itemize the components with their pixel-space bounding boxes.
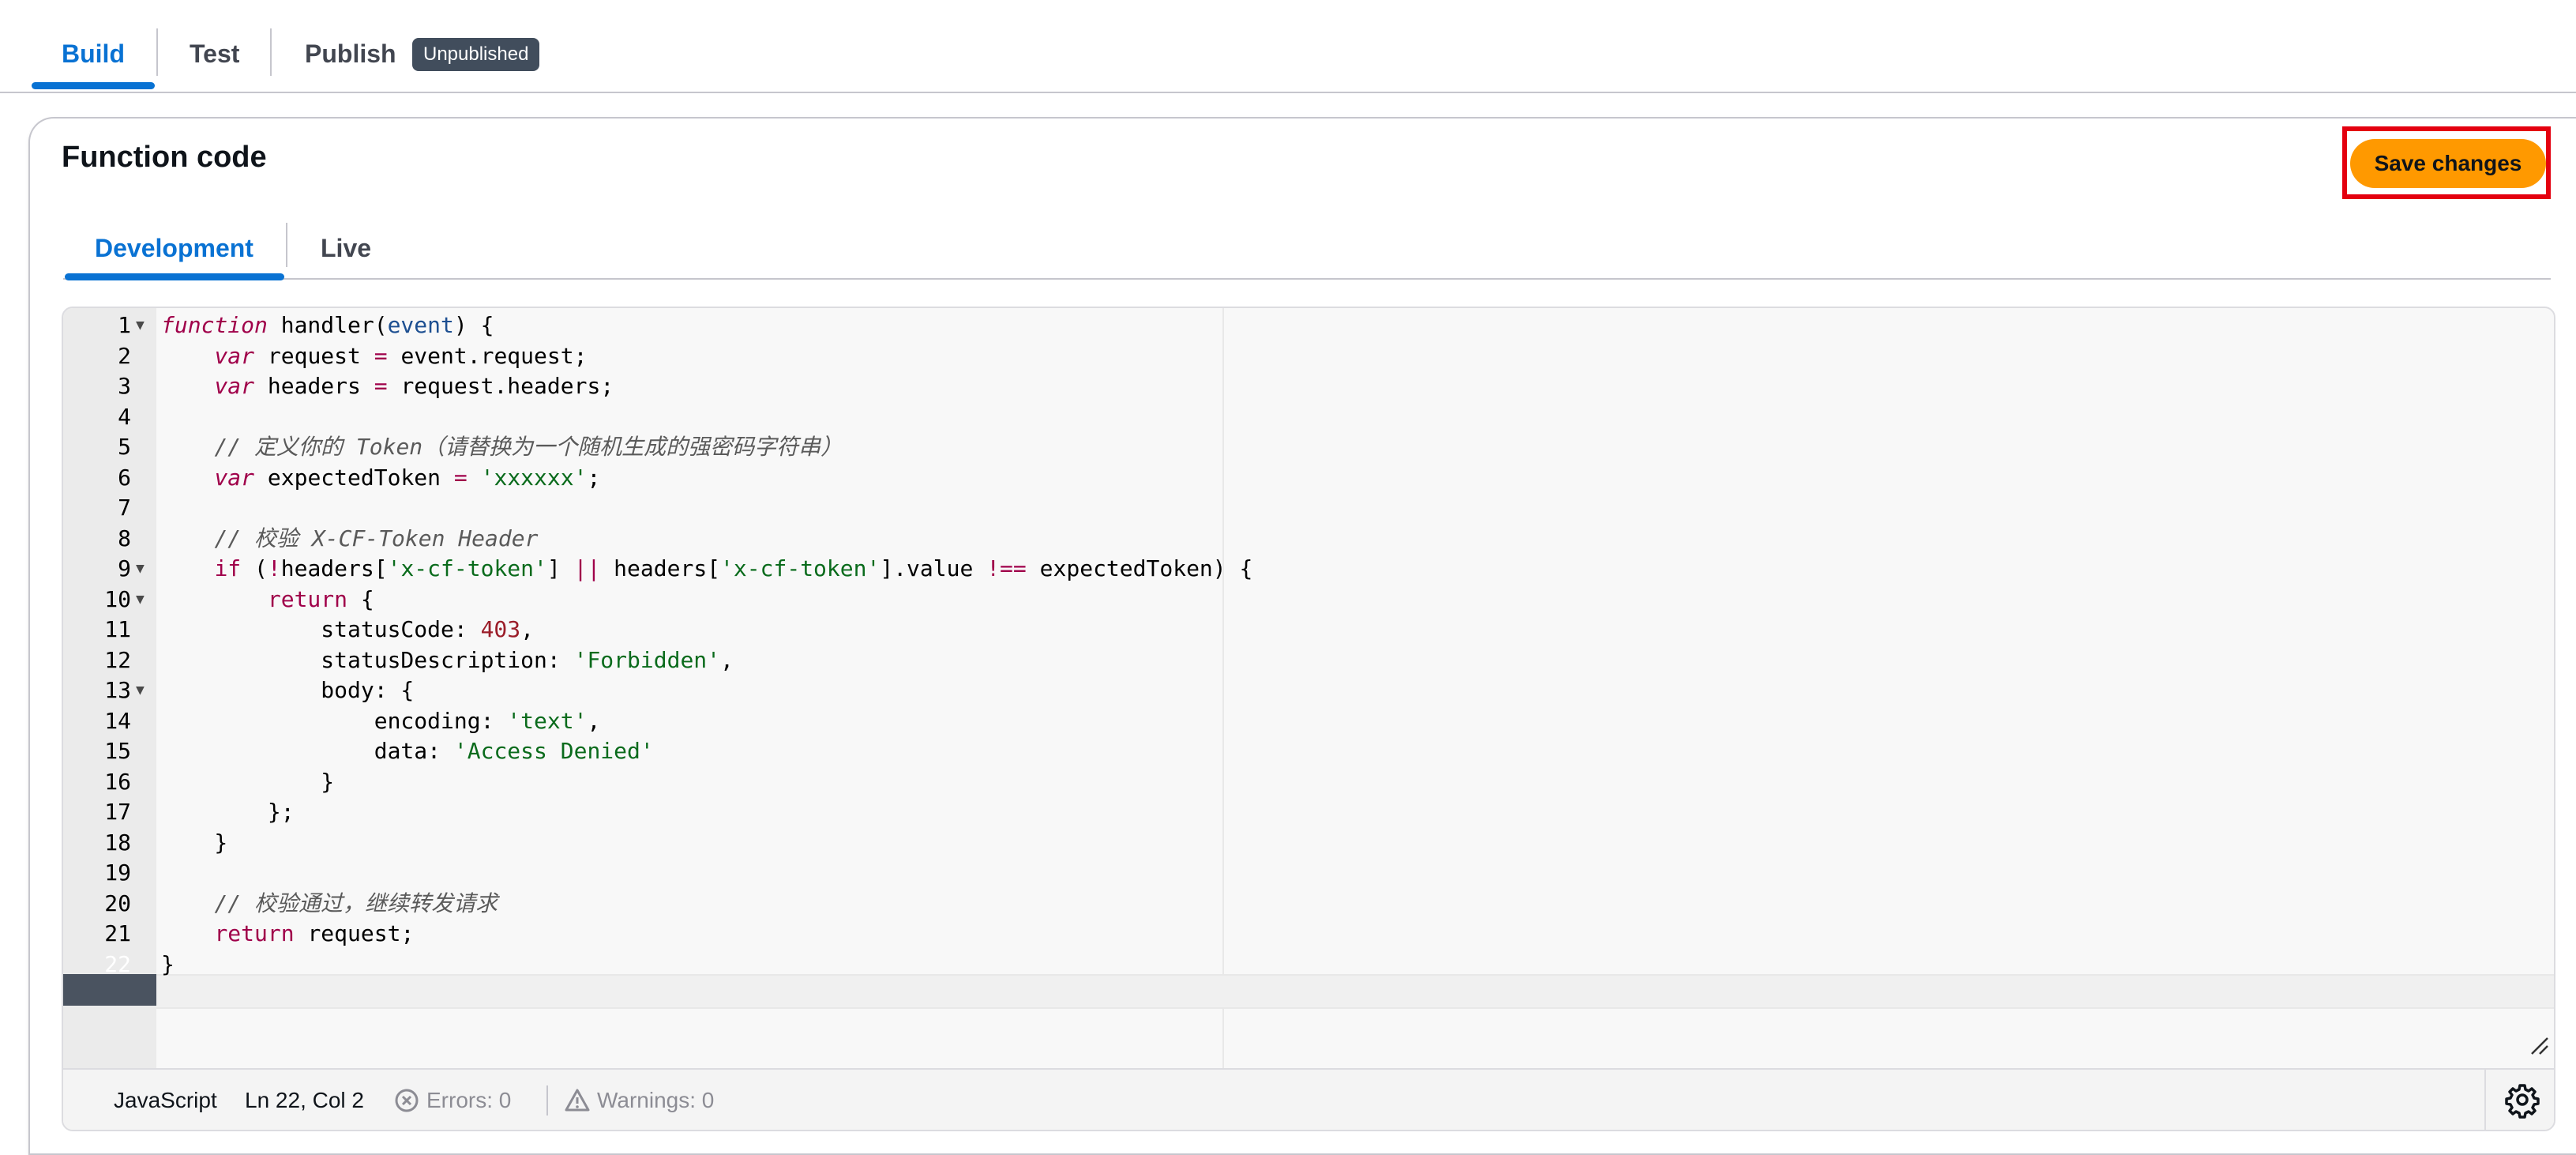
warnings-count[interactable]: Warnings: 0 <box>597 1070 714 1130</box>
code-line: 5 // 定义你的 Token（请替换为一个随机生成的强密码字符串） <box>63 431 2554 463</box>
line-number: 5 <box>118 434 131 460</box>
code-line-text: var request = event.request; <box>214 342 588 369</box>
tab-development[interactable]: Development <box>95 226 253 270</box>
code-line: 10 ▼ return { <box>63 584 2554 615</box>
line-number: 3 <box>118 373 131 399</box>
code-line-text: } <box>161 950 175 977</box>
code-line-text: function handler(event) { <box>161 312 494 338</box>
fold-arrow-icon[interactable]: ▼ <box>136 553 145 585</box>
cursor-position: Ln 22, Col 2 <box>245 1088 364 1112</box>
line-number: 7 <box>118 495 131 521</box>
fold-arrow-icon[interactable]: ▼ <box>136 310 145 341</box>
line-number: 2 <box>118 342 131 369</box>
line-number: 9 <box>118 555 131 581</box>
code-line: 2 var request = event.request; <box>63 340 2554 372</box>
x-circle-icon <box>395 1089 419 1112</box>
code-line: 15 data: 'Access Denied' <box>63 736 2554 767</box>
code-line: 4 <box>63 401 2554 433</box>
code-line-text: }; <box>161 799 295 825</box>
line-number: 10 <box>104 585 131 612</box>
code-line-text: return { <box>267 585 374 612</box>
editor-status-bar: JavaScript Ln 22, Col 2 Errors: 0 Warnin… <box>63 1068 2554 1130</box>
code-line-text: if (!headers['x-cf-token'] || headers['x… <box>214 555 1253 581</box>
tab-test[interactable]: Test <box>190 32 239 76</box>
status-divider <box>2484 1070 2486 1130</box>
save-changes-button[interactable]: Save changes <box>2350 139 2546 188</box>
code-line-text: } <box>161 829 228 856</box>
fold-arrow-icon[interactable]: ▼ <box>136 584 145 615</box>
code-line-text: data: 'Access Denied' <box>161 738 654 764</box>
top-tab-bar: Build Test Publish Unpublished <box>0 0 2576 93</box>
code-line: 14 encoding: 'text', <box>63 705 2554 737</box>
language-label[interactable]: JavaScript <box>114 1070 217 1130</box>
tab-publish[interactable]: Publish <box>305 32 396 76</box>
code-line-text: statusCode: 403, <box>161 616 535 642</box>
line-number: 11 <box>104 616 131 642</box>
code-line-text: } <box>161 768 335 795</box>
code-line: 19 <box>63 857 2554 889</box>
code-line: 17 }; <box>63 796 2554 828</box>
code-line-text: return request; <box>214 920 415 946</box>
tab-build[interactable]: Build <box>62 32 125 76</box>
code-line: 8 // 校验 X-CF-Token Header <box>63 523 2554 555</box>
inner-tabs-divider <box>63 278 2551 280</box>
line-number: 13 <box>104 677 131 703</box>
unpublished-badge: Unpublished <box>412 38 540 71</box>
code-line: 11 statusCode: 403, <box>63 614 2554 645</box>
panel-title: Function code <box>62 141 267 174</box>
code-line-text: var expectedToken = 'xxxxxx'; <box>214 464 601 491</box>
code-line-text: // 校验 X-CF-Token Header <box>214 525 539 551</box>
line-number: 16 <box>104 768 131 795</box>
line-number: 22 <box>104 950 131 977</box>
errors-count[interactable]: Errors: 0 <box>426 1070 511 1130</box>
line-number: 6 <box>118 464 131 491</box>
status-divider <box>546 1085 548 1115</box>
line-number: 17 <box>104 799 131 825</box>
line-number: 8 <box>118 525 131 551</box>
line-number: 15 <box>104 738 131 764</box>
code-line: 20 // 校验通过，继续转发请求 <box>63 888 2554 920</box>
line-number: 14 <box>104 707 131 734</box>
code-line-text: // 定义你的 Token（请替换为一个随机生成的强密码字符串） <box>214 434 843 460</box>
line-number: 4 <box>118 403 131 430</box>
gear-icon[interactable] <box>2503 1081 2541 1119</box>
code-line: 21 return request; <box>63 918 2554 950</box>
tab-build-underline <box>32 82 155 89</box>
code-line: 7 <box>63 492 2554 524</box>
warning-triangle-icon <box>565 1089 590 1112</box>
line-number: 19 <box>104 860 131 886</box>
code-line: 22} <box>63 949 2554 980</box>
code-line-text: var headers = request.headers; <box>214 373 614 399</box>
resize-handle-icon[interactable] <box>2529 1035 2549 1055</box>
code-line: 1 ▼ function handler(event) { <box>63 310 2554 341</box>
code-line: 18 } <box>63 827 2554 859</box>
tab-divider <box>270 28 272 76</box>
code-editor[interactable]: 1 ▼ function handler(event) {2 var request… <box>62 307 2555 1131</box>
code-line: 6 var expectedToken = 'xxxxxx'; <box>63 462 2554 494</box>
code-line: 13 ▼ body: { <box>63 675 2554 706</box>
tab-divider <box>286 223 287 267</box>
fold-arrow-icon[interactable]: ▼ <box>136 675 145 706</box>
line-number: 18 <box>104 829 131 856</box>
line-number: 12 <box>104 646 131 673</box>
code-line: 16 } <box>63 766 2554 798</box>
code-line-text: statusDescription: 'Forbidden', <box>161 646 734 673</box>
code-line: 3 var headers = request.headers; <box>63 371 2554 402</box>
tab-divider <box>156 28 158 76</box>
code-line: 12 statusDescription: 'Forbidden', <box>63 645 2554 676</box>
code-line: 9 ▼ if (!headers['x-cf-token'] || headers… <box>63 553 2554 585</box>
line-number: 21 <box>104 920 131 946</box>
line-number: 1 <box>118 312 131 338</box>
code-line-text: // 校验通过，继续转发请求 <box>214 890 498 916</box>
tab-live[interactable]: Live <box>321 226 371 270</box>
code-line-text: body: { <box>161 677 415 703</box>
code-line-text: encoding: 'text', <box>161 707 601 734</box>
line-number: 20 <box>104 890 131 916</box>
tab-development-underline <box>65 273 284 280</box>
